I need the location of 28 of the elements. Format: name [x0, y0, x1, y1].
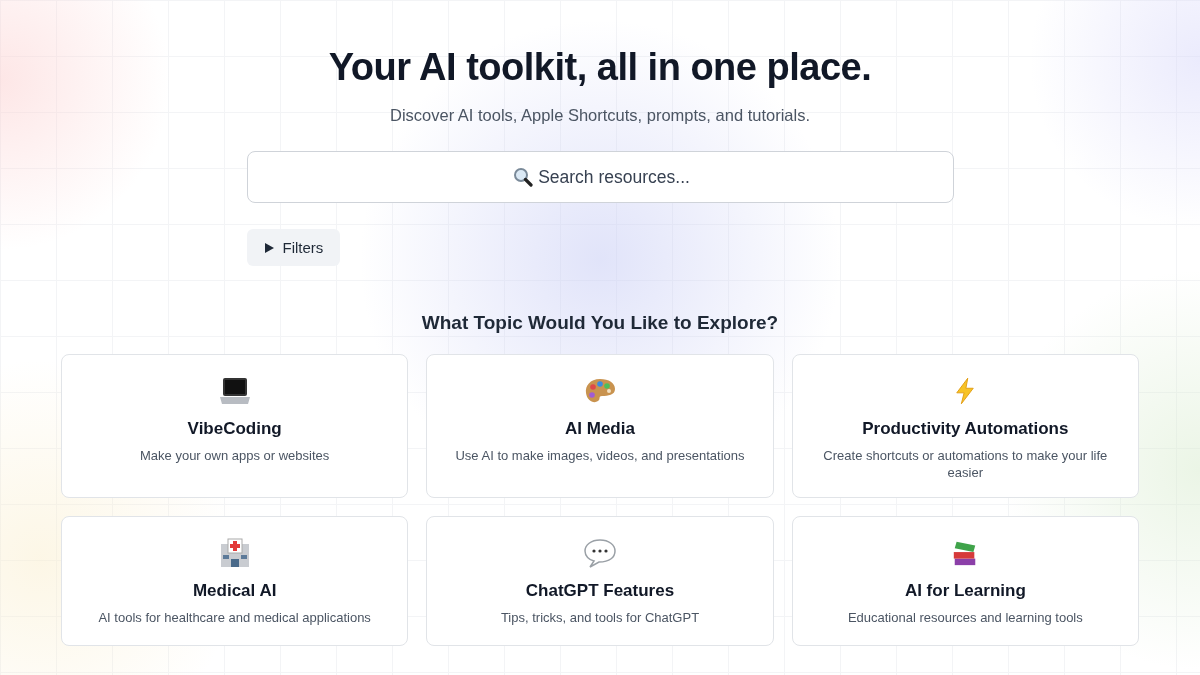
topic-card[interactable]: Productivity Automations Create shortcuts or automations to make your life easier	[791, 354, 1139, 498]
filters-button[interactable]: Filters	[246, 229, 341, 266]
card-title: VibeCoding	[187, 419, 282, 439]
topic-card[interactable]: AI Media Use AI to make images, videos, and presentations	[426, 354, 774, 498]
speech-bubble-icon	[584, 538, 616, 568]
card-title: ChatGPT Features	[525, 581, 675, 601]
search-field[interactable]: Search resources...	[246, 151, 954, 203]
topic-card[interactable]: VibeCoding Make your own apps or websites	[61, 354, 409, 498]
lightning-icon	[954, 377, 977, 405]
card-title: AI Media	[565, 419, 635, 439]
section-heading: What Topic Would You Like to Explore?	[421, 312, 779, 334]
card-description: Tips, tricks, and tools for ChatGPT	[500, 609, 700, 626]
page-title: Your AI toolkit, all in one place.	[328, 45, 872, 90]
page-subtitle: Discover AI tools, Apple Shortcuts, prompts, and tutorials.	[389, 106, 810, 125]
card-description: Create shortcuts or automations to make your life easier	[822, 447, 1109, 481]
card-title: Productivity Automations	[862, 419, 1069, 439]
card-description: Educational resources and learning tools	[847, 609, 1083, 626]
card-title: Medical AI	[192, 581, 277, 601]
topic-card[interactable]: AI for Learning Educational resources and learning tools	[791, 516, 1139, 646]
laptop-icon	[218, 377, 251, 405]
card-description: Use AI to make images, videos, and presentations	[455, 447, 745, 464]
card-description: AI tools for healthcare and medical applications	[98, 609, 371, 626]
topic-card[interactable]: Medical AI AI tools for healthcare and medical applications	[61, 516, 409, 646]
palette-icon	[584, 377, 616, 405]
card-title: AI for Learning	[904, 581, 1026, 601]
card-description: Make your own apps or websites	[140, 447, 330, 464]
hospital-icon	[218, 538, 251, 568]
topic-card[interactable]: ChatGPT Features Tips, tricks, and tools for ChatGPT	[426, 516, 774, 646]
